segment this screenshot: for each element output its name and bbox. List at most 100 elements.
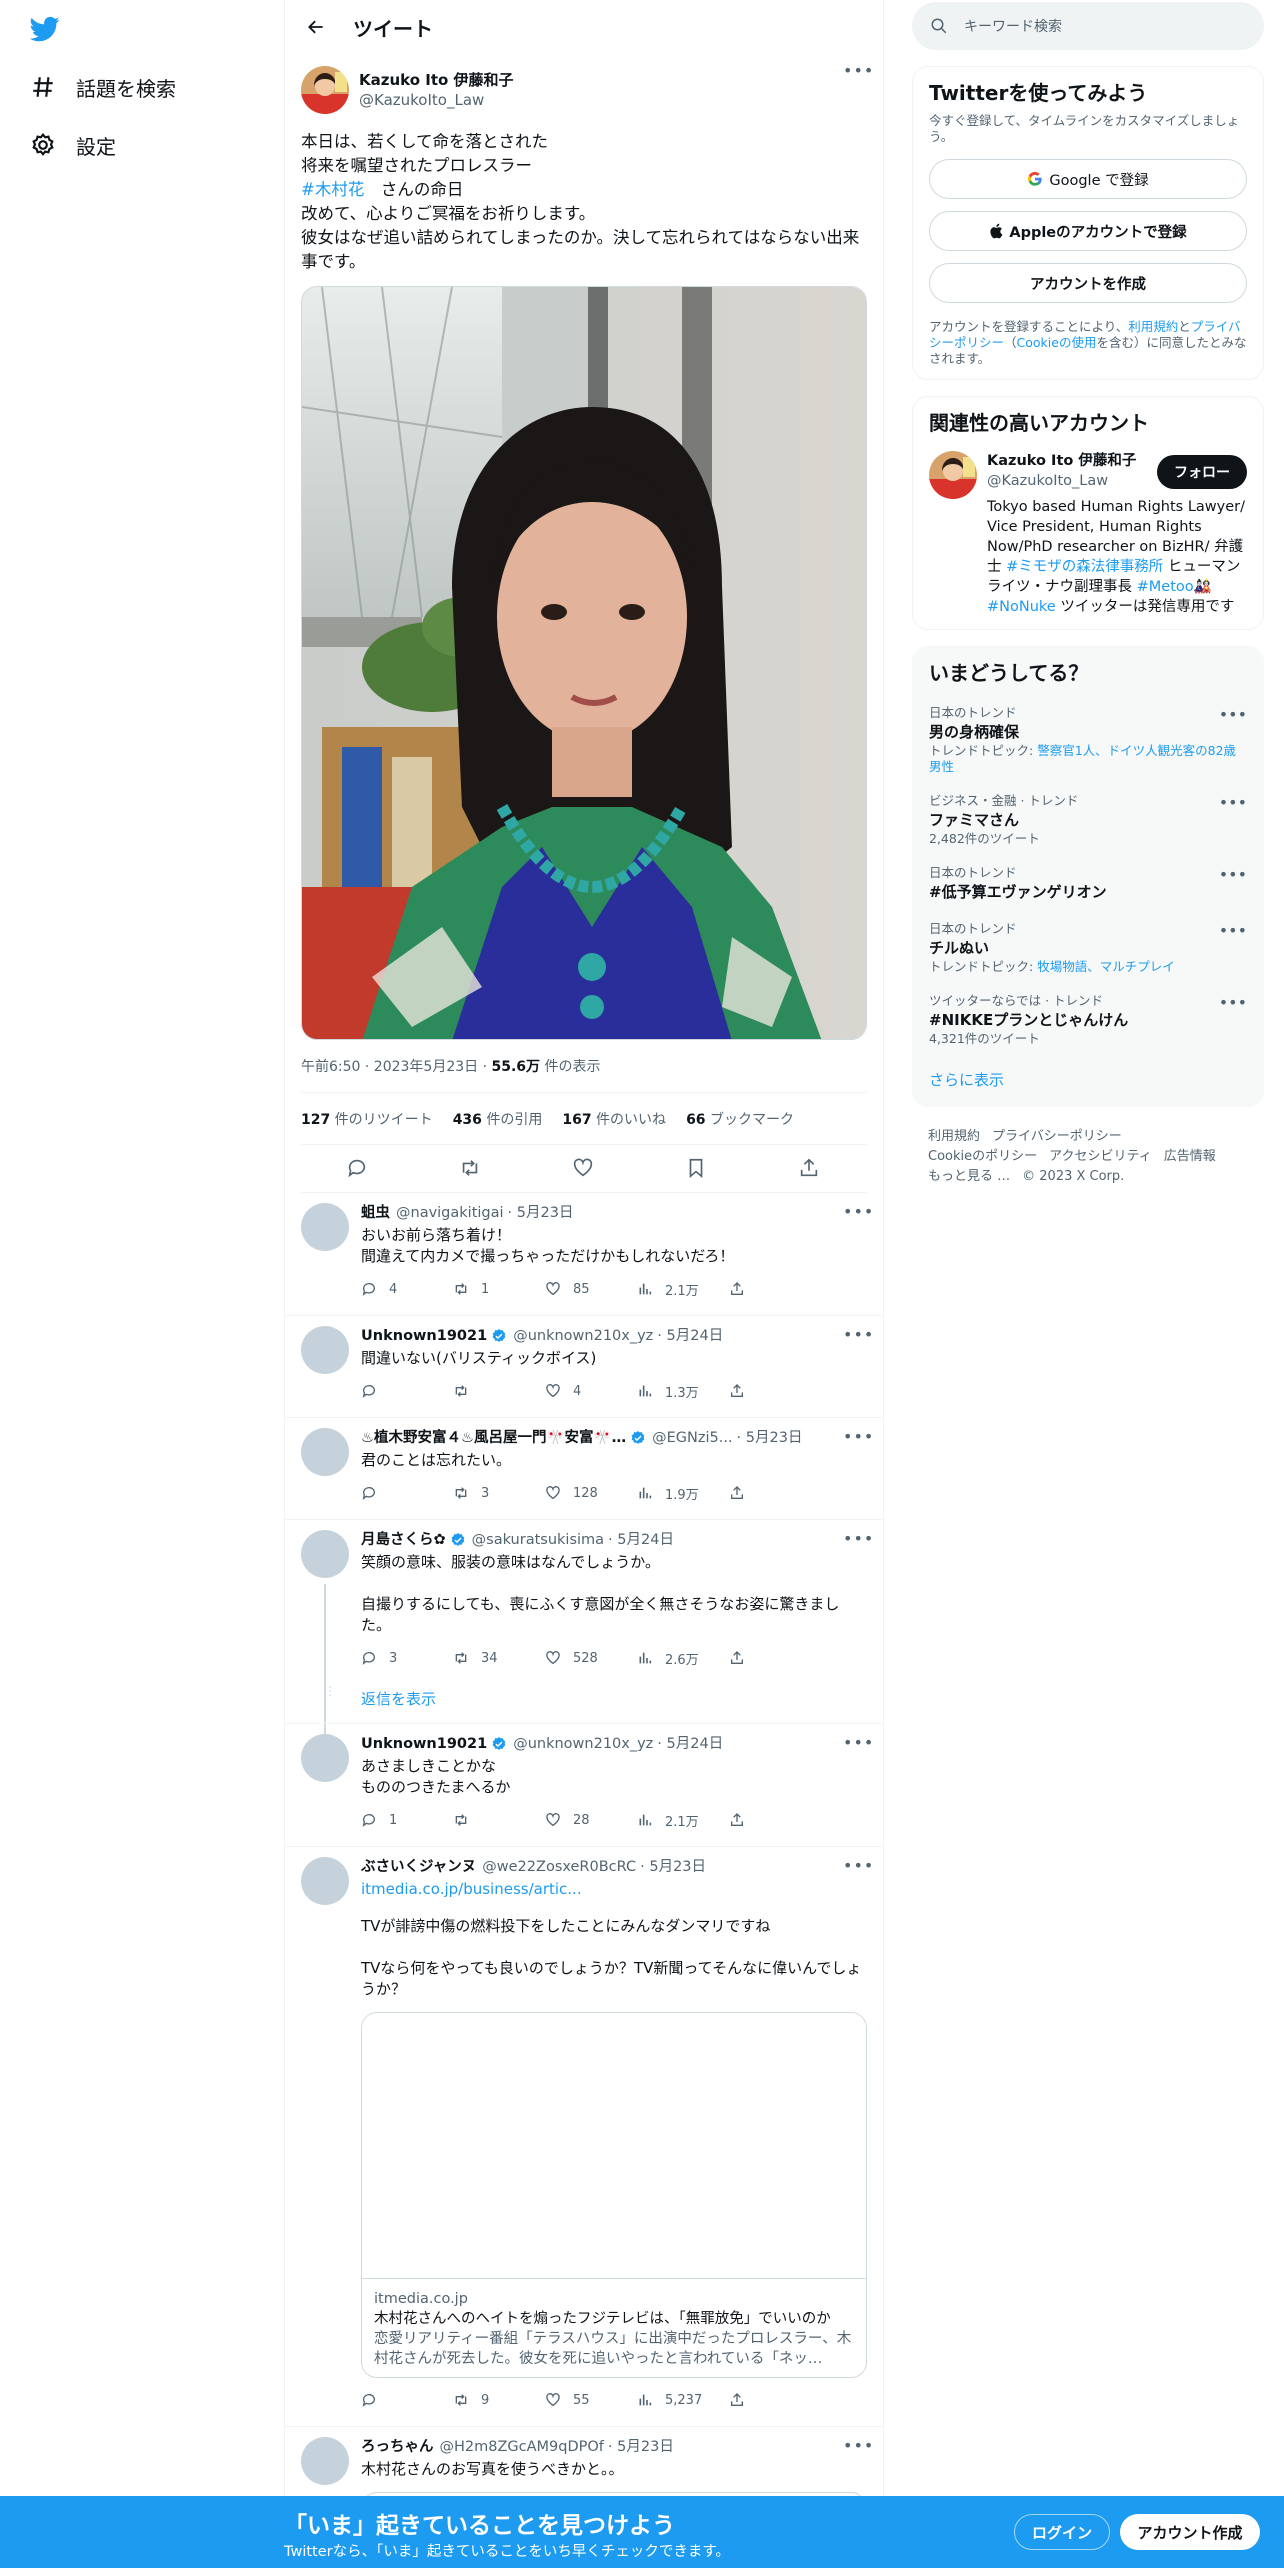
reply-date[interactable]: · 5月24日 [657,1734,723,1754]
more-options-icon[interactable]: ••• [1219,993,1247,1012]
cookie-link[interactable]: Cookieの使用 [1017,335,1097,350]
footer-link[interactable]: プライバシーポリシー [992,1129,1122,1144]
views-action[interactable]: 2.1万 [637,1280,729,1299]
avatar[interactable] [301,1203,349,1251]
views-action[interactable]: 2.6万 [637,1649,729,1668]
nav-explore[interactable]: 話題を検索 [28,69,176,105]
avatar[interactable] [301,1530,349,1578]
reply-date[interactable]: · 5月23日 [608,2437,674,2457]
avatar[interactable] [301,1857,349,1905]
share-action[interactable] [729,1383,821,1399]
share-action[interactable] [729,1485,821,1501]
like-action[interactable]: 4 [545,1383,637,1399]
retweet-action[interactable] [453,1812,545,1828]
views-action[interactable]: 2.1万 [637,1811,729,1830]
trend-item[interactable]: 日本のトレンド 男の身柄確保 トレンドトピック: 警察官1人、ドイツ人観光客の82歳… [929,705,1247,775]
reply-date[interactable]: · 5月24日 [608,1530,674,1550]
footer-link[interactable]: 広告情報 [1164,1149,1216,1164]
like-icon[interactable] [572,1157,596,1181]
bio-hashtag-link[interactable]: #NoNuke [987,599,1056,615]
show-replies-link[interactable]: ⋮ 返信を表示 [285,1684,883,1724]
more-options-icon[interactable]: ••• [1219,705,1247,724]
more-options-icon[interactable]: ••• [1219,865,1247,884]
reply-action[interactable]: 3 [361,1650,453,1666]
reply-tweet[interactable]: Unknown19021 @unknown210x_yz · 5月24日 ••• あさま… [285,1724,883,1847]
like-action[interactable]: 85 [545,1281,637,1297]
share-action[interactable] [729,1650,821,1666]
terms-link[interactable]: 利用規約 [1128,319,1178,334]
footer-link[interactable]: 利用規約 [928,1129,980,1144]
views-action[interactable]: 5,237 [637,2392,729,2408]
author-name[interactable]: Kazuko Ito 伊藤和子 [359,71,514,89]
more-options-icon[interactable]: ••• [843,1429,873,1450]
retweets-stat[interactable]: 127 件のリツイート [301,1109,433,1129]
related-avatar[interactable] [929,451,977,499]
like-action[interactable]: 128 [545,1485,637,1501]
bio-hashtag-link[interactable]: #Metoo [1137,579,1194,595]
more-options-icon[interactable]: ••• [843,1204,873,1225]
share-icon[interactable] [798,1157,822,1181]
reply-author-handle[interactable]: @unknown210x_yz [513,1326,653,1346]
author-avatar[interactable] [301,66,349,114]
hashtag-link[interactable]: #木村花 [301,180,364,199]
retweet-action[interactable]: 3 [453,1485,545,1501]
reply-action[interactable]: 1 [361,1812,453,1828]
reply-tweet[interactable]: ぶさいくジャンヌ @we22ZosxeR0BcRC · 5月23日 ••• itmedi… [285,1847,883,2427]
reply-icon[interactable] [346,1157,370,1181]
bio-hashtag-link[interactable]: #ミモザの森法律事務所 [1006,559,1163,575]
reply-tweet[interactable]: 蛆虫 @navigakitigai · 5月23日 ••• おいお前ら落ち着け！ 間違え… [285,1193,883,1316]
nav-settings[interactable]: 設定 [28,127,116,163]
reply-author-name[interactable]: 蛆虫 [361,1203,390,1223]
reply-author-name[interactable]: ろっちゃん [361,2437,434,2457]
reply-action[interactable] [361,1485,453,1501]
retweet-action[interactable] [453,1383,545,1399]
trend-item[interactable]: ツイッターならでは · トレンド #NIKKEプランとじゃんけん 4,321件のツイ… [929,993,1247,1047]
share-action[interactable] [729,1281,821,1297]
back-arrow-icon[interactable] [301,12,331,42]
reply-date[interactable]: · 5月23日 [640,1857,706,1877]
share-action[interactable] [729,2392,821,2408]
reply-tweet[interactable]: ♨植木野安富４♨風呂屋一門🎌安富🎌… @EGNzi5... · 5月23日 ••• 君の… [285,1418,883,1520]
avatar[interactable] [301,1734,349,1782]
reply-author-name[interactable]: 月島さくら✿ [361,1530,446,1550]
quotes-stat[interactable]: 436 件の引用 [453,1109,543,1129]
likes-stat[interactable]: 167 件のいいね [562,1109,666,1129]
tweet-photo[interactable] [301,286,867,1040]
avatar[interactable] [301,1326,349,1374]
views-action[interactable]: 1.3万 [637,1382,729,1401]
follow-button[interactable]: フォロー [1157,455,1247,489]
more-options-icon[interactable]: ••• [843,63,873,84]
create-account-button[interactable]: アカウントを作成 [929,263,1247,303]
reply-author-name[interactable]: Unknown19021 [361,1326,487,1346]
avatar[interactable] [301,1428,349,1476]
reply-date[interactable]: · 5月24日 [657,1326,723,1346]
more-options-icon[interactable]: ••• [1219,793,1247,812]
trend-item[interactable]: ビジネス・金融 · トレンド ファミマさん 2,482件のツイート ••• [929,793,1247,847]
views-action[interactable]: 1.9万 [637,1484,729,1503]
reply-author-handle[interactable]: @navigakitigai [396,1203,504,1223]
retweet-action[interactable]: 1 [453,1281,545,1297]
like-action[interactable]: 528 [545,1650,637,1666]
more-options-icon[interactable]: ••• [843,1531,873,1552]
search-input[interactable]: キーワード検索 [964,16,1062,36]
footer-link[interactable]: もっと見る … [928,1169,1010,1184]
reply-author-name[interactable]: ぶさいくジャンヌ [361,1857,476,1877]
reply-date[interactable]: · 5月23日 [737,1428,803,1448]
bookmark-icon[interactable] [685,1157,709,1181]
login-button[interactable]: ログイン [1014,2514,1110,2550]
footer-link[interactable]: アクセシビリティ [1049,1149,1152,1164]
search-box[interactable]: キーワード検索 [912,2,1264,50]
footer-link[interactable]: Cookieのポリシー [928,1149,1037,1164]
tweet-time[interactable]: 午前6:50 · 2023年5月23日 · [301,1059,492,1075]
twitter-logo-icon[interactable] [28,14,64,44]
like-action[interactable]: 28 [545,1812,637,1828]
reply-author-handle[interactable]: @H2m8ZGcAM9qDPOf [440,2437,604,2457]
reply-author-handle[interactable]: @EGNzi5... [652,1428,732,1448]
reply-action[interactable] [361,2392,453,2408]
reply-author-handle[interactable]: @we22ZosxeR0BcRC [482,1857,636,1877]
bookmarks-stat[interactable]: 66 ブックマーク [686,1109,794,1129]
like-action[interactable]: 55 [545,2392,637,2408]
reply-link[interactable]: itmedia.co.jp/business/artic... [361,1879,867,1900]
reply-date[interactable]: · 5月23日 [508,1203,574,1223]
reply-action[interactable] [361,1383,453,1399]
